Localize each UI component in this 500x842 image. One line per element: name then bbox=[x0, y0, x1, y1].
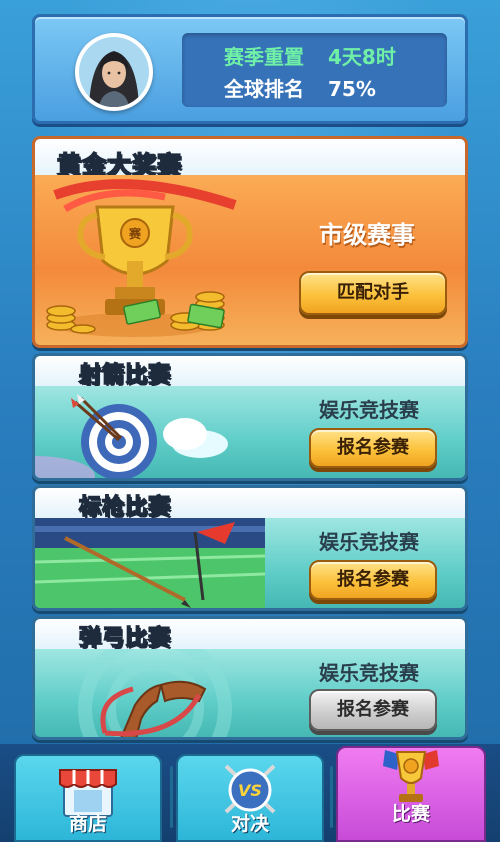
vs-badge-text: VS bbox=[238, 781, 262, 800]
register-javelin-button[interactable]: 报名参赛 bbox=[309, 560, 437, 600]
nav-divider bbox=[170, 766, 173, 828]
avatar-portrait-icon bbox=[79, 37, 149, 107]
card-body: 娱乐竞技赛 报名参赛 bbox=[35, 386, 465, 478]
event-type-label: 娱乐竞技赛 bbox=[319, 661, 419, 685]
tab-battle[interactable]: VS 对决 bbox=[176, 754, 324, 842]
match-opponent-button[interactable]: 匹配对手 bbox=[299, 271, 447, 315]
card-title: 标枪比赛 bbox=[78, 494, 172, 521]
bottom-nav: 商店 VS 对决 比赛 bbox=[0, 744, 500, 842]
global-rank-label: 全球排名 bbox=[224, 77, 304, 101]
player-avatar[interactable] bbox=[75, 33, 153, 111]
card-body: 赛 市级赛事 匹配对手 bbox=[35, 175, 465, 345]
register-slingshot-button[interactable]: 报名参赛 bbox=[309, 689, 437, 731]
season-stats-box: 赛季重置 4天8时 全球排名 75% bbox=[182, 33, 447, 107]
card-title: 射箭比赛 bbox=[78, 362, 172, 389]
register-archery-button[interactable]: 报名参赛 bbox=[309, 428, 437, 468]
tab-contest-label: 比赛 bbox=[391, 803, 430, 825]
tab-contest[interactable]: 比赛 bbox=[336, 746, 486, 842]
nav-divider bbox=[330, 766, 333, 828]
tab-shop-label: 商店 bbox=[68, 813, 107, 835]
card-title: 弹弓比赛 bbox=[78, 625, 172, 652]
card-javelin[interactable]: 标枪比赛 娱乐竞技赛 报名参赛 bbox=[32, 485, 468, 611]
archery-target-icon bbox=[35, 394, 228, 478]
event-type-label: 娱乐竞技赛 bbox=[319, 530, 419, 554]
tab-shop[interactable]: 商店 bbox=[14, 754, 162, 842]
season-reset-row: 赛季重置 4天8时 bbox=[224, 41, 396, 70]
card-body: 娱乐竞技赛 报名参赛 bbox=[35, 649, 465, 737]
svg-text:赛: 赛 bbox=[128, 226, 142, 241]
season-reset-label: 赛季重置 bbox=[224, 45, 304, 69]
trophy-flags-icon bbox=[383, 750, 439, 802]
tab-battle-label: 对决 bbox=[230, 813, 269, 835]
slingshot-icon bbox=[78, 649, 232, 737]
card-archery[interactable]: 射箭比赛 娱乐竞技赛 报名参赛 bbox=[32, 353, 468, 481]
season-reset-value: 4天8时 bbox=[328, 45, 396, 69]
card-body: 娱乐竞技赛 报名参赛 bbox=[35, 518, 465, 608]
event-level-label: 市级赛事 bbox=[319, 221, 415, 249]
trophy-coins-icon: 赛 bbox=[46, 179, 237, 337]
global-rank-row: 全球排名 75% bbox=[224, 73, 376, 102]
event-type-label: 娱乐竞技赛 bbox=[319, 398, 419, 422]
card-gold-grand-prix[interactable]: 黄金大奖赛 赛 市级赛事 匹配对手 bbox=[32, 136, 468, 348]
javelin-field-icon bbox=[35, 518, 265, 608]
profile-header: 赛季重置 4天8时 全球排名 75% bbox=[32, 14, 468, 124]
card-slingshot[interactable]: 弹弓比赛 娱乐竞技赛 报名参赛 bbox=[32, 616, 468, 740]
global-rank-value: 75% bbox=[328, 77, 376, 101]
